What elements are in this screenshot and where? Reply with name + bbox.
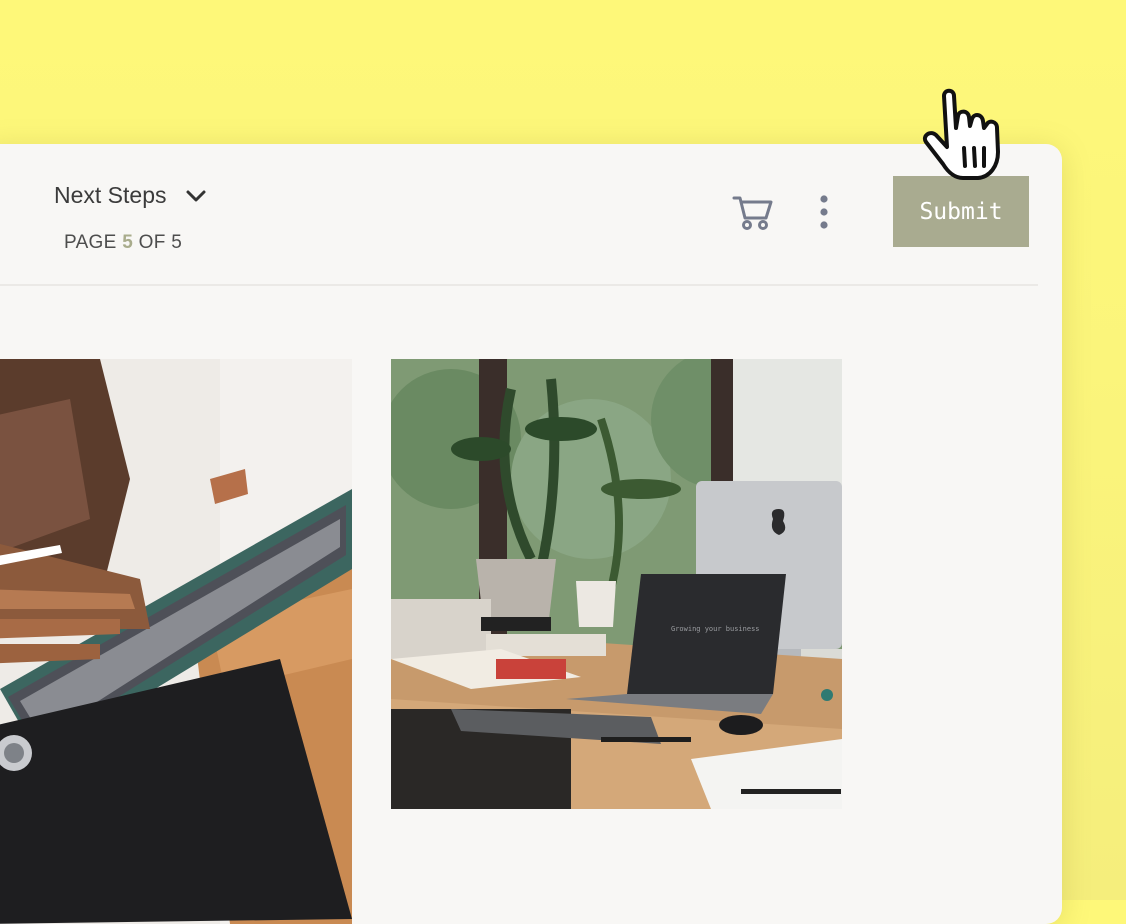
chevron-down-icon (185, 182, 207, 209)
laptop-screen-text: Growing your business (671, 625, 760, 633)
section-title: Next Steps (54, 182, 167, 208)
page-current: 5 (122, 232, 134, 253)
vertical-dots-icon[interactable] (818, 194, 830, 235)
tablet-photo (0, 359, 352, 924)
page-prefix: PAGE (64, 232, 117, 253)
page-total: 5 (171, 232, 183, 253)
desk-photo: Growing your business (391, 359, 842, 809)
pointer-hand-cursor-icon (918, 86, 1018, 191)
form-card: Next Steps PAGE 5 OF 5 Submit Growing yo… (0, 144, 1062, 924)
section-dropdown[interactable]: Next Steps (54, 182, 207, 209)
page-indicator: PAGE 5 OF 5 (64, 232, 182, 254)
cart-icon[interactable] (732, 194, 774, 237)
page-of: OF (138, 232, 166, 253)
form-header: Next Steps PAGE 5 OF 5 Submit (0, 144, 1038, 286)
